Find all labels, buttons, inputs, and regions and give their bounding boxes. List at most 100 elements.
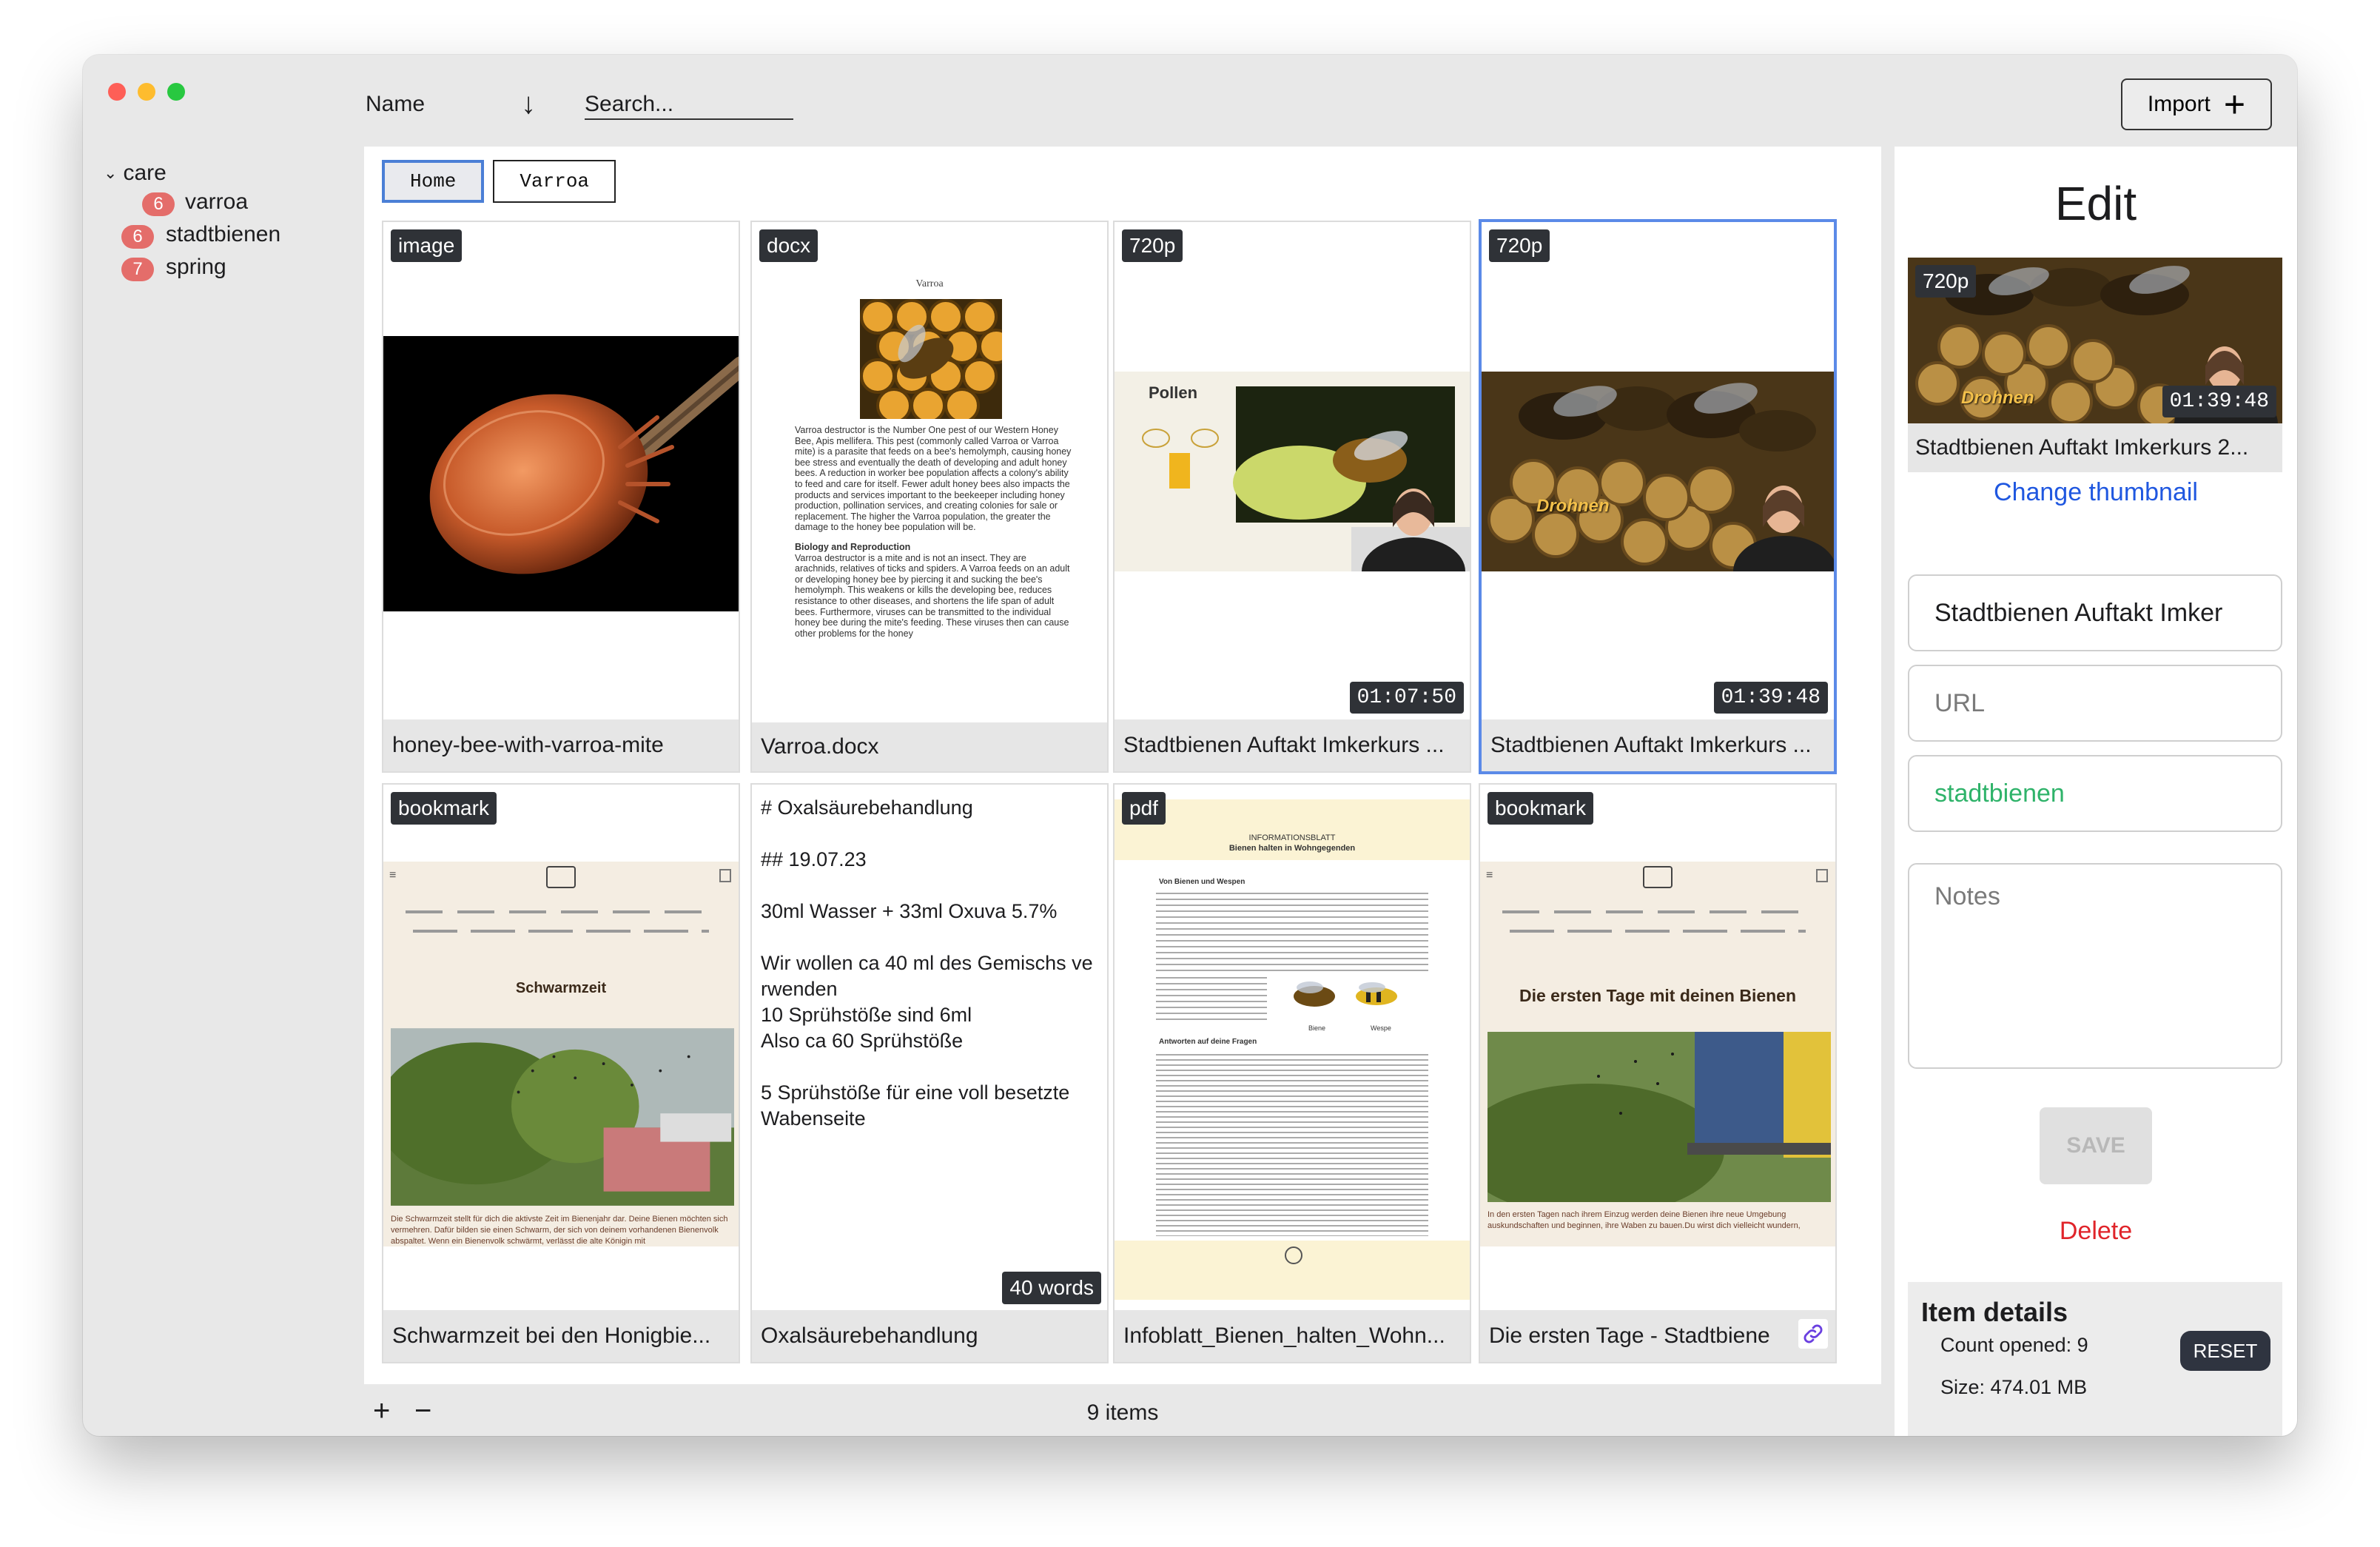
card-title: Oxalsäurebehandlung bbox=[752, 1310, 1107, 1362]
card-title: Varroa.docx bbox=[752, 722, 1107, 771]
url-field[interactable]: URL bbox=[1908, 665, 2282, 742]
doc-paragraph: Varroa destructor is a mite and is not a… bbox=[795, 552, 1070, 639]
tag-count-badge: 6 bbox=[142, 192, 175, 216]
page-text: In den ersten Tagen nach ihrem Einzug we… bbox=[1488, 1210, 1801, 1230]
card-title: Stadtbienen Auftakt Imkerkurs ... bbox=[1115, 719, 1470, 771]
menu-icon: ≡ bbox=[1486, 869, 1493, 882]
pdf-section: Antworten auf deine Fragen bbox=[1159, 1038, 1257, 1046]
type-badge: image bbox=[391, 229, 463, 262]
menu-icon: ≡ bbox=[389, 869, 397, 882]
card-thumbnail: image bbox=[383, 222, 739, 719]
doc-bee-image bbox=[860, 299, 1002, 419]
item-count: 9 items bbox=[1086, 1400, 1159, 1425]
bookmark-page-preview: ≡ Die ersten Tage mit deinen Bienen In d… bbox=[1480, 862, 1835, 1246]
card-thumbnail: bookmark ≡ Schwarmzeit Die Schwarmzeit s… bbox=[383, 785, 739, 1310]
zoom-window-button[interactable] bbox=[167, 83, 185, 101]
varroa-mite-image bbox=[383, 336, 739, 611]
doc-paragraph: Varroa destructor is the Number One pest… bbox=[795, 425, 1072, 533]
type-badge: 720p bbox=[1122, 229, 1183, 262]
site-logo bbox=[1643, 866, 1673, 888]
card-title: Stadtbienen Auftakt Imkerkurs ... bbox=[1482, 719, 1834, 771]
video-duration: 01:39:48 bbox=[1713, 682, 1828, 714]
video-overlay-text: Drohnen bbox=[1536, 496, 1610, 516]
tag-group-label: care bbox=[123, 161, 167, 185]
item-card-image[interactable]: image honey-bee-with-varroa-mite bbox=[382, 221, 740, 773]
pdf-logo bbox=[1285, 1246, 1302, 1264]
doc-subheading: Biology and Reproduction bbox=[795, 541, 911, 552]
item-card-note[interactable]: # Oxalsäurebehandlung ## 19.07.23 30ml W… bbox=[750, 783, 1109, 1363]
type-badge: pdf bbox=[1122, 792, 1166, 825]
item-grid: Home Varroa image honey-bee-with-varroa-… bbox=[364, 147, 1881, 1384]
tag-label: stadtbienen bbox=[166, 222, 281, 246]
cart-icon bbox=[719, 869, 731, 882]
item-size: Size: 474.01 MB bbox=[1940, 1376, 2088, 1398]
tag-label: spring bbox=[166, 255, 226, 279]
arrow-down-icon[interactable]: ↓ bbox=[521, 87, 536, 121]
type-badge: 720p bbox=[1915, 265, 1977, 298]
page-text: Die Schwarmzeit stellt für dich die akti… bbox=[391, 1215, 728, 1246]
card-thumbnail: 720p Drohnen 01:39:48 bbox=[1482, 222, 1834, 719]
breadcrumb-home[interactable]: Home bbox=[382, 160, 485, 203]
item-details-title: Item details bbox=[1921, 1297, 2068, 1327]
card-thumbnail: docx Varroa Varroa destructor is the Num… bbox=[752, 222, 1107, 719]
sort-field-selector[interactable]: Name bbox=[366, 92, 425, 117]
pdf-caption: Wespe bbox=[1371, 1024, 1391, 1032]
page-heading: Die ersten Tage mit deinen Bienen bbox=[1519, 986, 1797, 1005]
card-thumbnail: pdf INFORMATIONSBLATT Bienen halten in W… bbox=[1115, 785, 1470, 1310]
card-title: honey-bee-with-varroa-mite bbox=[383, 719, 739, 771]
cart-icon bbox=[1816, 869, 1828, 882]
tag-count-badge: 7 bbox=[121, 258, 154, 281]
page-heading: Schwarmzeit bbox=[515, 980, 607, 996]
notes-field[interactable] bbox=[1908, 863, 2282, 1069]
pdf-page-preview: INFORMATIONSBLATT Bienen halten in Wohng… bbox=[1115, 799, 1470, 1300]
bookmark-page-preview: ≡ Schwarmzeit Die Schwarmzeit stellt für… bbox=[383, 862, 739, 1246]
tag-label: varroa bbox=[185, 189, 249, 214]
close-window-button[interactable] bbox=[108, 83, 126, 101]
grid-footer: + − 9 items bbox=[364, 1384, 1881, 1436]
breadcrumb-varroa[interactable]: Varroa bbox=[493, 160, 616, 203]
site-logo bbox=[546, 866, 576, 888]
type-badge: docx bbox=[759, 229, 818, 262]
breadcrumb: Home Varroa bbox=[382, 160, 616, 203]
card-thumbnail: bookmark ≡ Die ersten Tage mit deinen Bi… bbox=[1480, 785, 1835, 1310]
doc-heading: Varroa bbox=[915, 278, 944, 289]
edit-title: Edit bbox=[2054, 177, 2137, 230]
chevron-down-icon[interactable]: ⌄ bbox=[104, 164, 117, 183]
type-badge: bookmark bbox=[1488, 792, 1593, 825]
item-details: Item details Count opened: 9 Size: 474.0… bbox=[1908, 1282, 2282, 1436]
card-title: Schwarmzeit bei den Honigbie... bbox=[383, 1310, 739, 1362]
card-title: Infoblatt_Bienen_halten_Wohn... bbox=[1115, 1310, 1470, 1362]
item-card-bookmark[interactable]: bookmark ≡ Die ersten Tage mit deinen Bi… bbox=[1479, 783, 1837, 1363]
import-button[interactable]: Import + bbox=[2121, 78, 2272, 130]
type-badge: bookmark bbox=[391, 792, 497, 825]
card-thumbnail: 720p Pollen 01:07:50 bbox=[1115, 222, 1470, 719]
save-button[interactable]: SAVE bbox=[2040, 1107, 2152, 1184]
minimize-window-button[interactable] bbox=[138, 83, 155, 101]
preview-caption: Stadtbienen Auftakt Imkerkurs 2... bbox=[1908, 423, 2282, 472]
pdf-section: Von Bienen und Wespen bbox=[1159, 878, 1246, 886]
card-title: Die ersten Tage - Stadtbiene bbox=[1480, 1310, 1835, 1362]
item-card-pdf[interactable]: pdf INFORMATIONSBLATT Bienen halten in W… bbox=[1113, 783, 1471, 1363]
reset-button[interactable]: RESET bbox=[2180, 1331, 2270, 1371]
link-icon[interactable] bbox=[1798, 1319, 1828, 1349]
tags-field[interactable]: stadtbienen bbox=[1908, 755, 2282, 832]
name-field[interactable]: Stadtbienen Auftakt Imker bbox=[1908, 574, 2282, 651]
note-content: # Oxalsäurebehandlung ## 19.07.23 30ml W… bbox=[761, 796, 1093, 1130]
import-label: Import bbox=[2147, 92, 2211, 116]
delete-button[interactable]: Delete bbox=[1895, 1217, 2297, 1246]
pdf-heading: Bienen halten in Wohngegenden bbox=[1228, 844, 1356, 853]
video-overlay-text: Drohnen bbox=[1961, 388, 2034, 408]
change-thumbnail-link[interactable]: Change thumbnail bbox=[1895, 478, 2297, 507]
item-card-video-selected[interactable]: 720p Drohnen 01:39:48 Stadtbienen Auftak… bbox=[1479, 219, 1837, 774]
pdf-caption: Biene bbox=[1308, 1024, 1326, 1032]
video-duration: 01:39:48 bbox=[2162, 386, 2276, 417]
search-input[interactable] bbox=[585, 84, 793, 120]
item-card-video[interactable]: 720p Pollen 01:07:50 Stadtbienen Auftakt… bbox=[1113, 221, 1471, 773]
type-badge: 720p bbox=[1489, 229, 1550, 262]
card-thumbnail: # Oxalsäurebehandlung ## 19.07.23 30ml W… bbox=[752, 785, 1107, 1310]
item-card-bookmark[interactable]: bookmark ≡ Schwarmzeit Die Schwarmzeit s… bbox=[382, 783, 740, 1363]
item-card-docx[interactable]: docx Varroa Varroa destructor is the Num… bbox=[750, 221, 1109, 773]
word-count-badge: 40 words bbox=[1002, 1272, 1101, 1304]
plus-icon: + bbox=[2223, 84, 2246, 125]
video-thumbnail: Pollen bbox=[1115, 372, 1470, 571]
